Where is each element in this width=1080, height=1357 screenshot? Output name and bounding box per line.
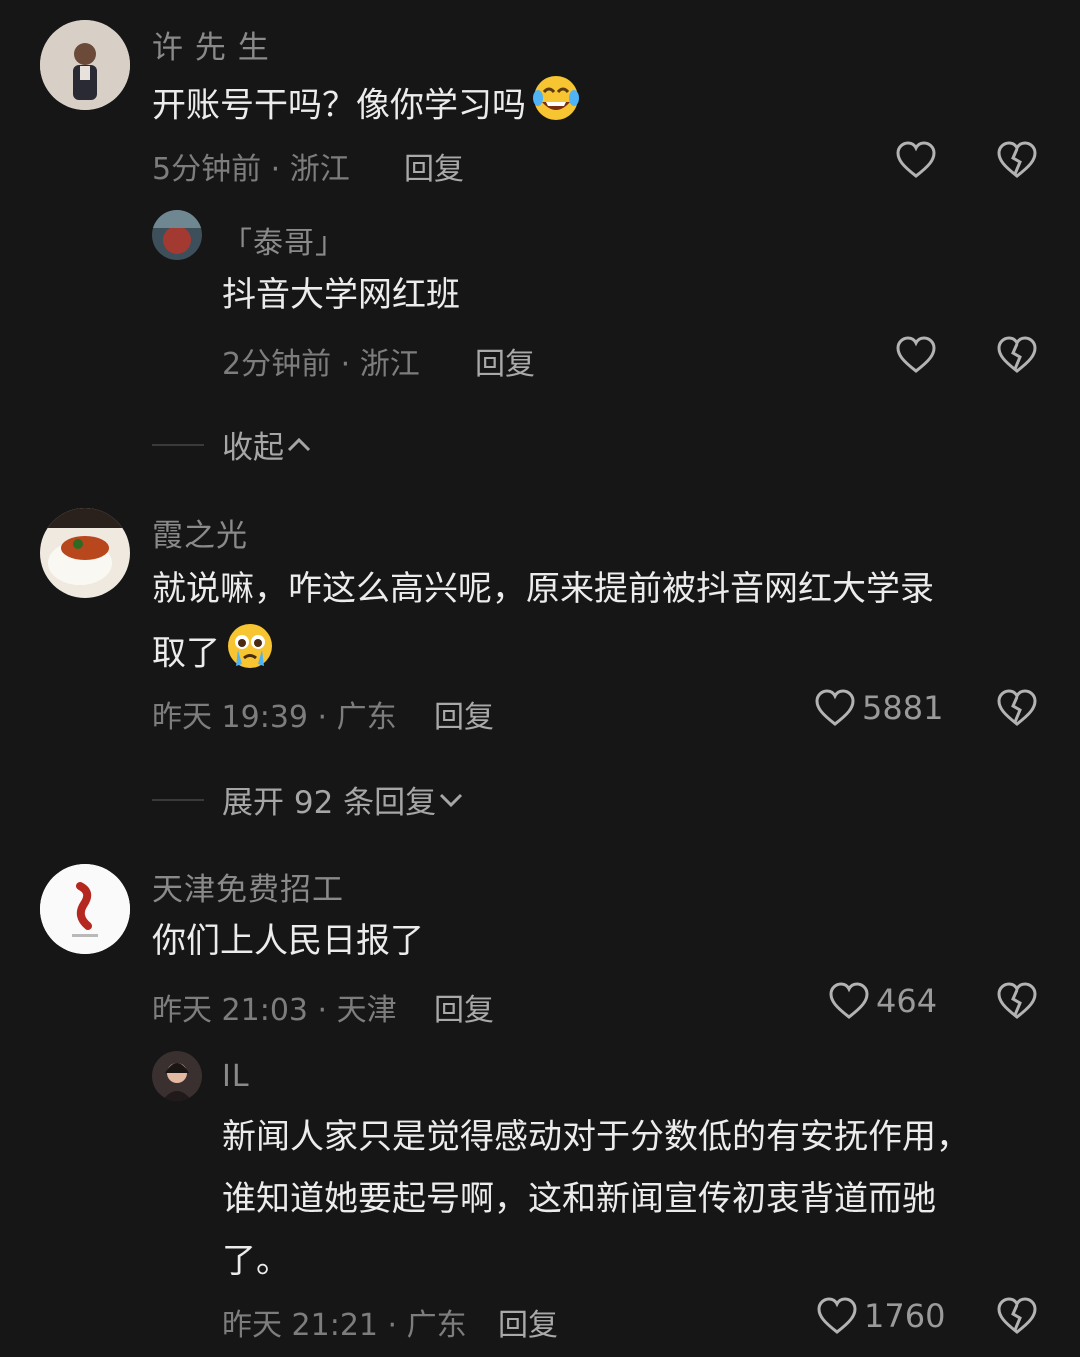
dislike-button[interactable]: [996, 1296, 1038, 1340]
comment-text: 你们上人民日报了: [152, 921, 424, 961]
reply-time-location: 昨天 21:21 · 广东: [222, 1308, 467, 1343]
collapse-replies-button[interactable]: 收起: [152, 422, 314, 467]
avatar-xiazhiguang[interactable]: [40, 508, 130, 598]
broken-heart-icon: [997, 336, 1037, 373]
avatar-image: [152, 1051, 202, 1101]
comment-text: 开账号干吗？像你学习吗: [152, 72, 582, 142]
reply-button[interactable]: 回复: [475, 339, 535, 383]
like-button[interactable]: [895, 140, 937, 180]
reply-text-line-2: 谁知道她要起号啊，这和新闻宣传初衷背道而驰: [222, 1179, 936, 1219]
comment-username[interactable]: 霞之光: [152, 510, 248, 555]
avatar-image: [40, 864, 130, 954]
avatar-image: [40, 20, 130, 110]
chevron-up-icon: [287, 437, 311, 451]
dislike-button[interactable]: [996, 140, 1038, 184]
expand-label: 展开 92 条回复: [222, 785, 437, 821]
reply-button[interactable]: 回复: [404, 144, 464, 188]
like-button[interactable]: 1760: [816, 1296, 945, 1336]
avatar-xu[interactable]: [40, 20, 130, 110]
broken-heart-icon: [997, 141, 1037, 178]
reply-text-line-1: 新闻人家只是觉得感动对于分数低的有安抚作用，: [222, 1117, 970, 1157]
comment-text-line-2: 取了: [152, 620, 276, 690]
reply-text: 抖音大学网红班: [222, 275, 460, 315]
heart-outline-icon: [896, 336, 936, 373]
comment-text-content: 开账号干吗？像你学习吗: [152, 85, 526, 126]
reply-button[interactable]: 回复: [434, 985, 494, 1029]
comment-text-line-1: 就说嘛，咋这么高兴呢，原来提前被抖音网红大学录: [152, 569, 934, 609]
comment-time-location: 5分钟前 · 浙江: [152, 152, 350, 187]
heart-outline-icon: [896, 141, 936, 178]
dislike-button[interactable]: [996, 688, 1038, 732]
broken-heart-icon: [997, 982, 1037, 1019]
reply-time-location: 2分钟前 · 浙江: [222, 347, 420, 382]
laughing-tears-emoji: [530, 72, 582, 142]
like-button[interactable]: 464: [828, 981, 937, 1021]
reply-username[interactable]: IL: [222, 1059, 250, 1094]
reply-button[interactable]: 回复: [434, 692, 494, 736]
heart-outline-icon: [829, 982, 869, 1019]
collapse-label: 收起: [222, 430, 284, 466]
heart-outline-icon: [815, 689, 855, 726]
avatar-image: [152, 210, 202, 260]
comment-time-location: 昨天 21:03 · 天津: [152, 993, 397, 1028]
broken-heart-icon: [997, 1297, 1037, 1334]
avatar-image: [40, 508, 130, 598]
comment-username[interactable]: 许 先 生: [152, 22, 270, 67]
like-count: 464: [876, 982, 938, 1020]
comment-text-content: 取了: [152, 633, 220, 674]
avatar-tianjin[interactable]: [40, 864, 130, 954]
heart-outline-icon: [817, 1297, 857, 1334]
reply-text-line-3: 了。: [222, 1241, 290, 1281]
dislike-button[interactable]: [996, 335, 1038, 379]
expand-replies-button[interactable]: 展开 92 条回复: [152, 777, 466, 822]
divider-line: [152, 798, 204, 801]
broken-heart-icon: [997, 689, 1037, 726]
dislike-button[interactable]: [996, 981, 1038, 1025]
divider-line: [152, 443, 204, 446]
like-button[interactable]: [895, 335, 937, 375]
like-button[interactable]: 5881: [814, 688, 943, 728]
comment-time-location: 昨天 19:39 · 广东: [152, 700, 397, 735]
chevron-down-icon: [440, 793, 463, 807]
like-count: 1760: [864, 1297, 946, 1335]
pleading-tears-emoji: [224, 620, 276, 690]
reply-button[interactable]: 回复: [498, 1300, 558, 1344]
avatar-taige[interactable]: [152, 210, 202, 260]
comment-username[interactable]: 天津免费招工: [152, 864, 344, 909]
like-count: 5881: [862, 689, 944, 727]
reply-username[interactable]: 「泰哥」: [222, 218, 346, 262]
avatar-il[interactable]: [152, 1051, 202, 1101]
